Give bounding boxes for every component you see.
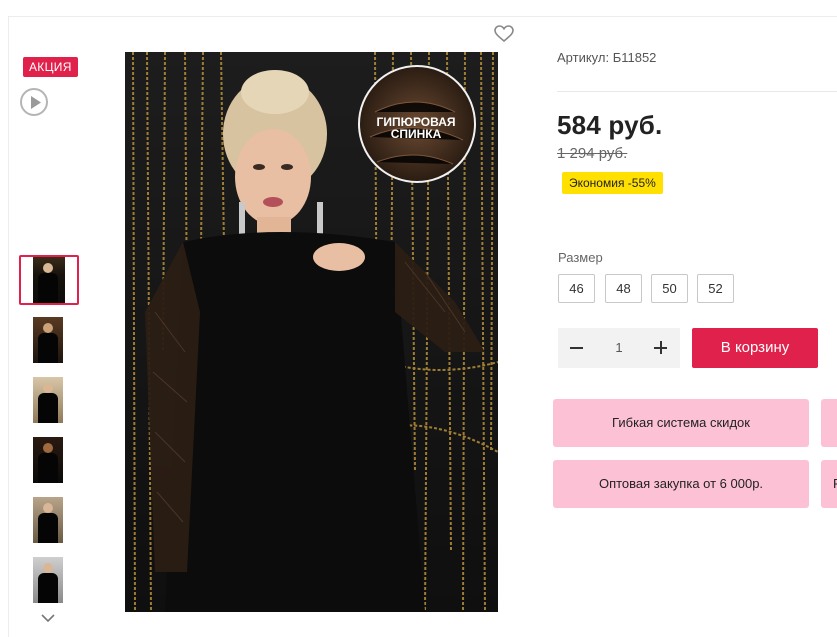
heart-icon[interactable] — [494, 25, 514, 43]
increase-quantity-button[interactable] — [650, 336, 674, 360]
savings-badge: Экономия -55% — [562, 172, 663, 194]
size-option[interactable]: 52 — [697, 274, 734, 303]
decrease-quantity-button[interactable] — [566, 336, 590, 360]
thumbnail-item[interactable] — [19, 555, 79, 605]
add-to-cart-button[interactable]: В корзину — [692, 328, 818, 368]
discounts-info-button[interactable]: Гибкая система скидок — [553, 399, 809, 447]
thumbnail-item[interactable] — [19, 255, 79, 305]
size-option[interactable]: 50 — [651, 274, 688, 303]
play-video-button[interactable] — [20, 88, 48, 116]
size-label: Размер — [558, 250, 603, 265]
product-sku: Артикул: Б11852 — [557, 50, 657, 65]
size-option[interactable]: 46 — [558, 274, 595, 303]
thumbnail-item[interactable] — [19, 315, 79, 365]
chevron-down-icon[interactable] — [40, 613, 56, 622]
product-main-photo[interactable]: ГИПЮРОВАЯ СПИНКА — [125, 52, 498, 612]
divider — [557, 91, 837, 92]
thumbnail-item[interactable] — [19, 495, 79, 545]
thumbnail-item[interactable] — [19, 435, 79, 485]
photo-caption: ГИПЮРОВАЯ СПИНКА — [376, 115, 456, 141]
quantity-value[interactable]: 1 — [608, 340, 630, 355]
thumbnail-item[interactable] — [19, 375, 79, 425]
info-card-partial[interactable]: Р — [821, 460, 837, 508]
current-price: 584 руб. — [557, 110, 663, 140]
play-icon — [31, 96, 41, 109]
old-price: 1 294 руб. — [557, 145, 628, 162]
quantity-stepper: 1 — [558, 328, 680, 368]
size-option[interactable]: 48 — [605, 274, 642, 303]
wholesale-info-button[interactable]: Оптовая закупка от 6 000р. — [553, 460, 809, 508]
info-card-partial[interactable] — [821, 399, 837, 447]
sale-badge: АКЦИЯ — [23, 57, 78, 77]
